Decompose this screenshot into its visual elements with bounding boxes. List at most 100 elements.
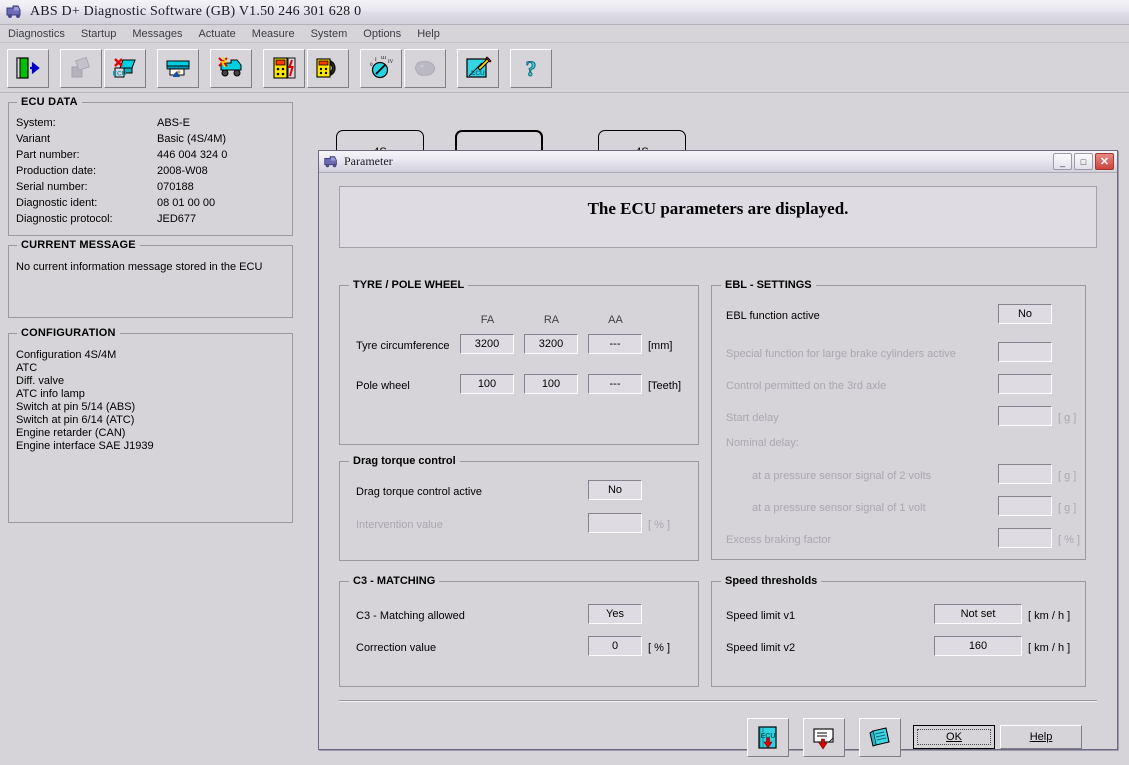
svg-text:I: I (375, 58, 377, 63)
label-c3-matching-allowed: C3 - Matching allowed (356, 610, 465, 622)
menu-item-startup[interactable]: Startup (73, 27, 124, 41)
print-icon (866, 725, 894, 751)
field-pressure-sensor-1-volt (998, 496, 1052, 516)
label-ebl-function-active: EBL function active (726, 310, 820, 322)
help-button[interactable]: Help (1000, 725, 1082, 749)
menu-item-help[interactable]: Help (409, 27, 448, 41)
menu-item-system[interactable]: System (303, 27, 356, 41)
unit-tyre-circumference: [mm] (648, 340, 673, 352)
ecu-data-value-variant: Basic (4S/4M) (157, 133, 227, 145)
toolbar: ECU 0 I III IV ECU ? (0, 44, 1129, 93)
menu-item-diagnostics[interactable]: Diagnostics (0, 27, 73, 41)
field-speed-limit-v1[interactable]: Not set (934, 604, 1022, 624)
label-intervention-value: Intervention value (356, 519, 443, 531)
column-header-aa: AA (608, 314, 623, 326)
app-title: ABS D+ Diagnostic Software (GB) V1.50 24… (30, 4, 362, 19)
toolbar-group-3 (157, 48, 201, 88)
field-c3-matching-allowed[interactable]: Yes (588, 604, 642, 624)
toolbar-group-6: 0 I III IV (360, 48, 448, 88)
ebl-settings-title: EBL - SETTINGS (721, 279, 816, 291)
svg-text:III: III (381, 56, 386, 61)
field-correction-value[interactable]: 0 (588, 636, 642, 656)
toolbar-button-cloud[interactable] (404, 48, 446, 88)
field-pole-wheel-fa[interactable]: 100 (460, 374, 514, 394)
toolbar-button-open[interactable] (60, 48, 102, 88)
field-tyre-circumference-aa[interactable]: --- (588, 334, 642, 354)
field-ebl-function-active[interactable]: No (998, 304, 1052, 324)
configuration-item: ATC info lamp (16, 388, 85, 400)
toolbar-button-truck-diagnostics[interactable] (210, 48, 252, 88)
tyre-pole-wheel-group: TYRE / POLE WHEEL FA RA AA Tyre circumfe… (339, 279, 699, 445)
drag-torque-title: Drag torque control (349, 455, 460, 467)
toolbar-group-8: ? (510, 48, 554, 88)
current-message-text: No current information message stored in… (16, 261, 263, 273)
write-to-ecu-button[interactable]: ECU (747, 718, 789, 757)
field-pressure-sensor-2-volts (998, 464, 1052, 484)
ebl-settings-group: EBL - SETTINGS EBL function active No Sp… (711, 279, 1086, 560)
write-to-ecu-icon: ECU (754, 725, 782, 751)
minimize-button[interactable]: _ (1053, 153, 1072, 170)
ok-button[interactable]: OK (913, 725, 995, 749)
toolbar-button-exit[interactable] (7, 48, 49, 88)
svg-text:ECU: ECU (471, 70, 485, 77)
app-truck-icon (5, 3, 23, 21)
toolbar-button-ecu-measure[interactable] (263, 48, 305, 88)
label-pole-wheel: Pole wheel (356, 380, 410, 392)
toolbar-button-delete-ecu[interactable]: ECU (104, 48, 146, 88)
svg-text:?: ? (526, 56, 537, 80)
gauge-meter-icon: 0 I III IV (367, 56, 395, 80)
ok-button-inner: OK (917, 729, 991, 745)
toolbar-button-print-report[interactable] (157, 48, 199, 88)
label-pressure-sensor-2-volts: at a pressure sensor signal of 2 volts (752, 470, 932, 482)
ecu-parameter-icon: ECU (464, 56, 492, 80)
print-button[interactable] (859, 718, 901, 757)
svg-text:ECU: ECU (113, 71, 127, 78)
field-excess-braking-factor (998, 528, 1052, 548)
exit-door-icon (15, 56, 41, 80)
toolbar-group-1 (7, 48, 51, 88)
field-tyre-circumference-ra[interactable]: 3200 (524, 334, 578, 354)
dialog-titlebar[interactable]: Parameter _ □ ✕ (319, 151, 1117, 173)
label-tyre-circumference: Tyre circumference (356, 340, 450, 352)
label-nominal-delay: Nominal delay: (726, 437, 799, 449)
label-pressure-sensor-1-volt: at a pressure sensor signal of 1 volt (752, 502, 926, 514)
unit-pole-wheel: [Teeth] (648, 380, 682, 392)
menu-item-actuate[interactable]: Actuate (190, 27, 243, 41)
field-control-permitted-3rd-axle (998, 374, 1052, 394)
menu-item-measure[interactable]: Measure (244, 27, 303, 41)
toolbar-group-5 (263, 48, 351, 88)
ecu-data-value-diagnostic-ident: 08 01 00 00 (157, 197, 216, 209)
label-speed-limit-v2: Speed limit v2 (726, 642, 796, 654)
dialog-title: Parameter (344, 154, 393, 168)
drag-torque-group: Drag torque control Drag torque control … (339, 455, 699, 561)
maximize-button[interactable]: □ (1074, 153, 1093, 170)
menu-item-options[interactable]: Options (355, 27, 409, 41)
toolbar-button-help[interactable]: ? (510, 48, 552, 88)
app-titlebar: ABS D+ Diagnostic Software (GB) V1.50 24… (0, 0, 1129, 25)
save-to-file-button[interactable] (803, 718, 845, 757)
unit-pressure-sensor-1-volt: [ g ] (1058, 502, 1077, 514)
configuration-item: ATC (16, 362, 38, 374)
label-correction-value: Correction value (356, 642, 437, 654)
toolbar-button-ecu-actuate[interactable] (307, 48, 349, 88)
menu-item-messages[interactable]: Messages (124, 27, 190, 41)
field-tyre-circumference-fa[interactable]: 3200 (460, 334, 514, 354)
label-start-delay: Start delay (726, 412, 779, 424)
field-speed-limit-v2[interactable]: 160 (934, 636, 1022, 656)
tyre-pole-wheel-title: TYRE / POLE WHEEL (349, 279, 469, 291)
field-pole-wheel-aa[interactable]: --- (588, 374, 642, 394)
label-drag-torque-active: Drag torque control active (356, 486, 482, 498)
close-button[interactable]: ✕ (1095, 153, 1114, 170)
field-pole-wheel-ra[interactable]: 100 (524, 374, 578, 394)
help-button-label: Help (1029, 731, 1053, 743)
c3-matching-title: C3 - MATCHING (349, 575, 440, 587)
speed-thresholds-group: Speed thresholds Speed limit v1 Not set … (711, 575, 1086, 687)
toolbar-button-gauge[interactable]: 0 I III IV (360, 48, 402, 88)
menubar: Diagnostics Startup Messages Actuate Mea… (0, 25, 1129, 43)
c3-matching-group: C3 - MATCHING C3 - Matching allowed Yes … (339, 575, 699, 687)
toolbar-button-ecu-parameter[interactable]: ECU (457, 48, 499, 88)
field-drag-torque-active[interactable]: No (588, 480, 642, 500)
ecu-data-value-diagnostic-protocol: JED677 (157, 213, 197, 225)
truck-diagnostics-icon (217, 56, 245, 80)
toolbar-group-7: ECU (457, 48, 501, 88)
